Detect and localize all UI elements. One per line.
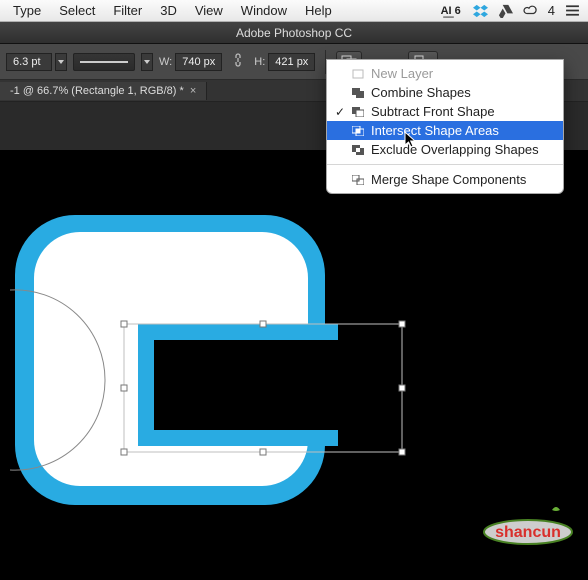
watermark: shancun (480, 502, 576, 551)
selection-bounding-box[interactable] (120, 320, 420, 520)
dropbox-icon[interactable] (473, 3, 488, 18)
checkmark-icon: ✓ (333, 105, 347, 119)
stroke-width-dropdown[interactable] (55, 53, 67, 71)
menu-exclude-overlapping-shapes[interactable]: Exclude Overlapping Shapes (327, 140, 563, 159)
app-titlebar: Adobe Photoshop CC (0, 22, 588, 44)
height-field[interactable]: 421 px (268, 53, 315, 71)
menu-select[interactable]: Select (50, 3, 104, 18)
menu-combine-shapes[interactable]: Combine Shapes (327, 83, 563, 102)
watermark-text: shancun (495, 524, 561, 541)
menu-view[interactable]: View (186, 3, 232, 18)
width-label: W: (159, 56, 172, 68)
hamburger-icon[interactable] (565, 3, 580, 18)
googledrive-icon[interactable] (498, 3, 513, 18)
close-tab-icon[interactable]: × (190, 85, 196, 97)
stroke-width-field[interactable]: 6.3 pt (6, 53, 52, 71)
subtract-shape-icon (351, 106, 365, 118)
width-field[interactable]: 740 px (175, 53, 222, 71)
menu-window[interactable]: Window (232, 3, 296, 18)
menu-divider (327, 164, 563, 165)
exclude-shape-icon (351, 144, 365, 156)
menu-merge-shape-components[interactable]: Merge Shape Components (327, 170, 563, 189)
combine-shapes-icon (351, 87, 365, 99)
height-label: H: (254, 56, 265, 68)
stroke-style-dropdown[interactable] (141, 53, 153, 71)
mac-menubar: Type Select Filter 3D View Window Help A… (0, 0, 588, 22)
mouse-cursor-icon (404, 131, 418, 149)
app-title: Adobe Photoshop CC (236, 26, 352, 40)
menu-intersect-shape-areas[interactable]: Intersect Shape Areas (327, 121, 563, 140)
ai-indicator-icon[interactable]: A͟I 6 (439, 4, 463, 18)
menu-help[interactable]: Help (296, 3, 341, 18)
link-wh-icon[interactable] (228, 53, 248, 70)
creativecloud-icon[interactable] (523, 3, 538, 18)
menu-subtract-front-shape[interactable]: ✓ Subtract Front Shape (327, 102, 563, 121)
stroke-style-preview[interactable] (73, 53, 135, 71)
new-layer-icon (351, 68, 365, 80)
menu-new-layer: New Layer (327, 64, 563, 83)
document-tab-title: -1 @ 66.7% (Rectangle 1, RGB/8) * (10, 85, 184, 97)
menubar-tray: A͟I 6 4 (439, 3, 584, 18)
intersect-shape-icon (351, 125, 365, 137)
menu-3d[interactable]: 3D (151, 3, 186, 18)
notifications-count[interactable]: 4 (548, 3, 555, 18)
merge-shape-icon (351, 174, 365, 186)
document-tab[interactable]: -1 @ 66.7% (Rectangle 1, RGB/8) * × (0, 82, 207, 100)
menu-type[interactable]: Type (4, 3, 50, 18)
path-operations-menu: New Layer Combine Shapes ✓ Subtract Fron… (326, 59, 564, 194)
menu-filter[interactable]: Filter (104, 3, 151, 18)
